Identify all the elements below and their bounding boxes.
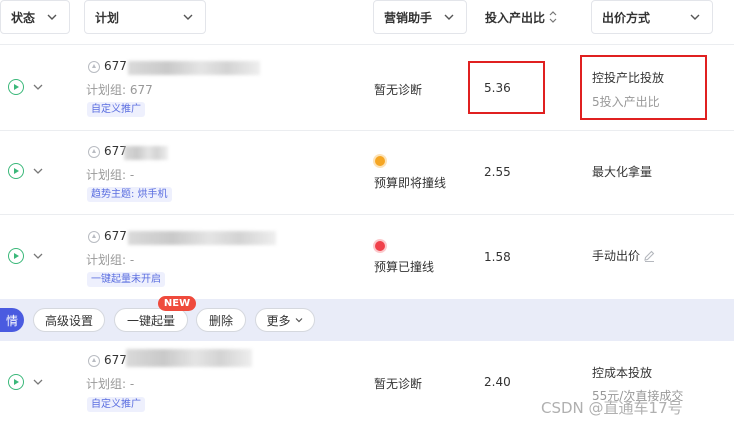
roi-value: 2.55 <box>484 165 511 179</box>
marketing-status: 预算即将撞线 <box>374 176 447 190</box>
redacted-plan-name <box>124 146 168 160</box>
marketing-status: 预算已撞线 <box>374 260 435 274</box>
bid-method: 手动出价 <box>592 249 641 263</box>
bid-method: 最大化拿量 <box>592 165 653 179</box>
roi-column-header[interactable]: 投入产出比 <box>485 0 558 34</box>
redacted-plan-name <box>128 231 276 245</box>
delete-button[interactable]: 删除 <box>196 308 246 332</box>
plan-tag: 一键起量未开启 <box>87 272 165 287</box>
redacted-plan-name <box>128 61 260 75</box>
advanced-settings-button[interactable]: 高级设置 <box>33 308 105 332</box>
bid-header-label: 出价方式 <box>602 10 651 25</box>
plan-group: 计划组: - <box>86 253 135 267</box>
marketing-status: 暂无诊断 <box>374 377 423 391</box>
watermark: CSDN @直通车17号 <box>541 399 683 417</box>
row-controls <box>8 79 48 97</box>
chevron-down-icon[interactable] <box>32 376 44 388</box>
plan-name[interactable]: 677 <box>104 59 127 73</box>
row-controls <box>8 163 48 181</box>
plan-header-label: 计划 <box>95 10 120 25</box>
play-circle-icon[interactable] <box>8 79 24 95</box>
more-button[interactable]: 更多 <box>255 308 315 332</box>
roi-value: 1.58 <box>484 250 511 264</box>
arrow-up-circle-icon <box>88 146 100 158</box>
one-click-boost-button[interactable]: 一键起量 <box>114 308 188 332</box>
chevron-down-icon <box>295 318 302 323</box>
chevron-down-icon <box>444 14 454 20</box>
plan-group: 计划组: 677 <box>86 83 153 97</box>
roi-highlight-box <box>468 61 545 114</box>
plan-name[interactable]: 677 <box>104 353 127 367</box>
more-button-label: 更多 <box>266 313 291 328</box>
chevron-down-icon <box>690 14 700 20</box>
status-header-label: 状态 <box>11 10 36 25</box>
plan-group: 计划组: - <box>86 377 135 391</box>
play-circle-icon[interactable] <box>8 374 24 390</box>
arrow-up-circle-icon <box>88 355 100 367</box>
details-button[interactable]: 情 <box>0 308 24 332</box>
chevron-down-icon[interactable] <box>32 81 44 93</box>
arrow-up-circle-icon <box>88 61 100 73</box>
bid-method: 控成本投放 <box>592 366 653 380</box>
chevron-down-icon <box>183 14 193 20</box>
roi-header-label: 投入产出比 <box>485 10 546 25</box>
marketing-status: 暂无诊断 <box>374 83 423 97</box>
table-row: 677 计划组: - 一键起量未开启 预算已撞线 1.58 手动出价 <box>0 215 734 299</box>
marketing-header-label: 营销助手 <box>384 10 433 25</box>
error-status-dot <box>375 241 385 251</box>
play-circle-icon[interactable] <box>8 163 24 179</box>
table-row: 677 计划组: - 趋势主题: 烘手机 预算即将撞线 2.55 最大化拿量 <box>0 131 734 214</box>
plan-group: 计划组: - <box>86 168 135 182</box>
chevron-down-icon[interactable] <box>32 250 44 262</box>
chevron-down-icon[interactable] <box>32 165 44 177</box>
plan-tag: 自定义推广 <box>87 102 145 117</box>
batch-action-bar: 情 高级设置 一键起量 删除 更多 <box>0 299 734 341</box>
sort-icon[interactable] <box>548 10 558 24</box>
plan-name[interactable]: 677 <box>104 229 127 243</box>
row-controls <box>8 374 48 392</box>
plan-column-header[interactable]: 计划 <box>84 0 206 34</box>
chevron-down-icon <box>47 14 57 20</box>
status-column-header[interactable]: 状态 <box>0 0 70 34</box>
roi-value: 2.40 <box>484 375 511 389</box>
bid-highlight-box <box>580 55 707 120</box>
arrow-up-circle-icon <box>88 231 100 243</box>
pencil-icon[interactable] <box>642 249 656 263</box>
bid-column-header[interactable]: 出价方式 <box>591 0 713 34</box>
marketing-column-header[interactable]: 营销助手 <box>373 0 467 34</box>
plan-tag: 自定义推广 <box>87 397 145 412</box>
play-circle-icon[interactable] <box>8 248 24 264</box>
plan-tag: 趋势主题: 烘手机 <box>87 187 172 202</box>
redacted-plan-name <box>126 349 252 367</box>
warning-status-dot <box>375 156 385 166</box>
new-badge: NEW <box>158 296 196 311</box>
row-controls <box>8 248 48 266</box>
